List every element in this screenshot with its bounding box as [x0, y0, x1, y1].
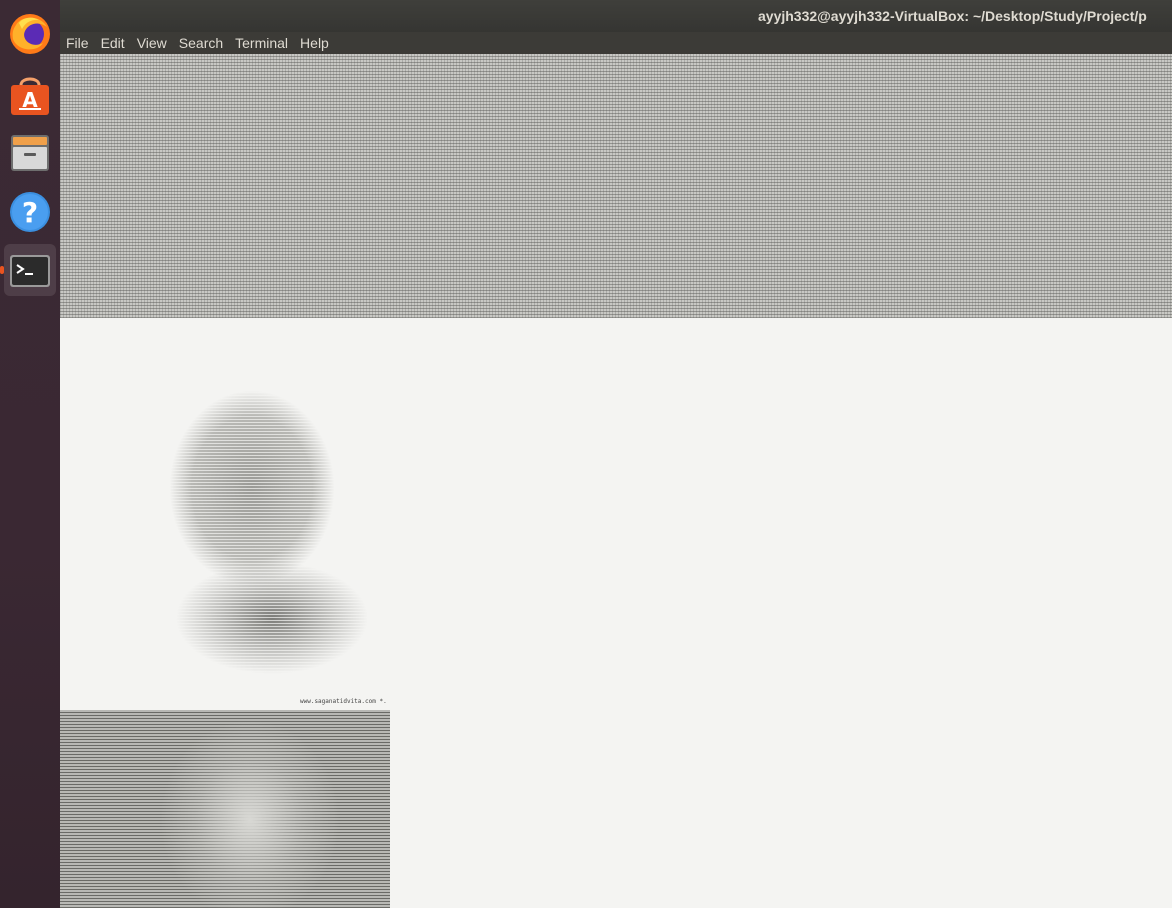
menu-file[interactable]: File	[60, 32, 95, 54]
dock-item-firefox[interactable]	[4, 8, 56, 60]
menu-search[interactable]: Search	[173, 32, 229, 54]
window-titlebar[interactable]: ayyjh332@ayyjh332-VirtualBox: ~/Desktop/…	[60, 0, 1172, 32]
help-icon: ?	[10, 192, 50, 232]
ascii-credit-text: www.saganatidvita.com *.	[300, 698, 387, 705]
terminal-window: ayyjh332@ayyjh332-VirtualBox: ~/Desktop/…	[60, 0, 1172, 908]
dock-item-terminal[interactable]	[0, 244, 56, 296]
menu-bar: File Edit View Search Terminal Help	[60, 32, 1172, 54]
desktop: A ? ayyjh332@ayyjh332-VirtualBox: ~/Desk…	[0, 0, 1172, 908]
dock-item-help[interactable]: ?	[4, 186, 56, 238]
menu-view[interactable]: View	[131, 32, 173, 54]
file-cabinet-icon	[11, 135, 49, 171]
ascii-portrait: www.saganatidvita.com *.	[60, 318, 400, 708]
launcher-dock: A ?	[0, 0, 61, 908]
ascii-portrait-art	[122, 318, 400, 708]
dock-item-files[interactable]	[4, 126, 56, 178]
firefox-icon	[10, 14, 50, 54]
svg-text:?: ?	[22, 196, 38, 229]
software-center-icon: A	[11, 77, 49, 115]
terminal-icon	[10, 255, 50, 287]
menu-help[interactable]: Help	[294, 32, 335, 54]
menu-terminal[interactable]: Terminal	[229, 32, 294, 54]
ascii-output-dense	[60, 54, 1172, 318]
ascii-output-block	[60, 710, 390, 908]
dock-item-software[interactable]: A	[4, 68, 56, 120]
menu-edit[interactable]: Edit	[95, 32, 131, 54]
terminal-output[interactable]: www.saganatidvita.com *.	[60, 54, 1172, 908]
window-title: ayyjh332@ayyjh332-VirtualBox: ~/Desktop/…	[758, 8, 1147, 24]
